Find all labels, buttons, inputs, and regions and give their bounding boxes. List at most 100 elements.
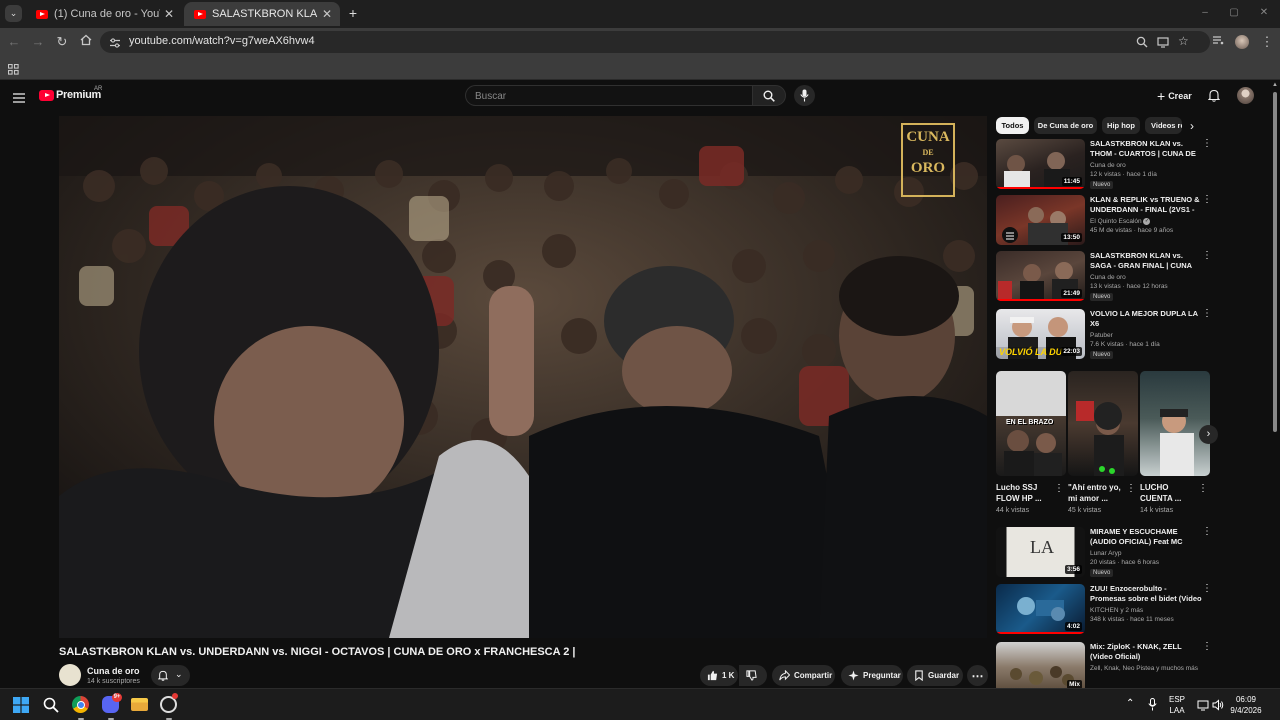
video-title: VOLVIO LA MEJOR DUPLA LA X6 [1090, 309, 1198, 328]
search-icon[interactable] [43, 697, 59, 718]
profile-avatar[interactable] [1235, 35, 1249, 49]
short-card[interactable]: EN EL BRAZO Lucho SSJ FLOW HP ... 44 k v… [996, 371, 1066, 514]
reload-icon[interactable]: ↻ [54, 34, 70, 50]
dislike-button[interactable] [739, 665, 767, 686]
video-duration: 13:50 [1061, 233, 1082, 242]
search-button[interactable] [752, 85, 786, 106]
video-thumbnail: VOLVIÓ LA DU 22:03 [996, 309, 1085, 359]
video-player[interactable]: CUNA DE ORO [59, 116, 987, 638]
new-badge: Nuevo [1090, 293, 1114, 301]
tab-cuna-de-oro[interactable]: (1) Cuna de oro - YouTube ✕ [26, 2, 182, 26]
notifications-bell-icon[interactable] [1207, 89, 1221, 107]
show-hidden-icons-icon[interactable]: ⌃ [1126, 698, 1134, 709]
hamburger-menu-icon[interactable] [13, 90, 25, 108]
shorts-next-button[interactable]: › [1199, 425, 1218, 444]
create-button[interactable]: + Crear [1152, 85, 1198, 106]
microphone-icon[interactable] [1148, 698, 1157, 716]
channel-name-text: El Quinto Escalón [1090, 218, 1142, 226]
scrollbar-thumb[interactable] [1273, 92, 1277, 432]
more-vertical-icon[interactable]: ⋮ [1202, 584, 1212, 594]
browser-menu-icon[interactable]: ⋮ [1259, 34, 1275, 50]
bookmarks-bar [0, 56, 1280, 80]
short-thumbnail: EN EL BRAZO [996, 371, 1066, 476]
recommended-video[interactable]: 21:49 SALASTKBRON KLAN vs. SAGA - GRAN F… [996, 251, 1220, 303]
share-button[interactable]: Compartir [772, 665, 835, 686]
channel-name[interactable]: Cuna de oro [87, 666, 140, 676]
back-icon[interactable]: ← [6, 34, 22, 50]
more-vertical-icon[interactable]: ⋮ [1202, 309, 1212, 319]
video-meta: 20 vistas · hace 6 horas [1090, 559, 1160, 566]
channel-name: Patuber [1090, 332, 1113, 339]
short-card[interactable]: "Ahí entro yo, mi amor ... 45 k vistas ⋮ [1068, 371, 1138, 514]
short-card[interactable]: LUCHO CUENTA ... 14 k vistas ⋮ [1140, 371, 1210, 514]
media-control-icon[interactable] [1210, 34, 1226, 50]
new-tab-button[interactable]: + [345, 5, 361, 21]
video-meta: 7.6 K vistas · hace 1 día [1090, 341, 1160, 348]
home-icon[interactable] [78, 34, 94, 50]
recommended-video[interactable]: 4:02 ZUU! Enzocerobulto - Promesas sobre… [996, 584, 1220, 636]
chrome-app-icon[interactable] [72, 696, 89, 713]
cast-icon[interactable] [1157, 35, 1169, 53]
recommended-video[interactable]: LA 3:56 MIRAME Y ESCUCHAME (AUDIO OFICIA… [996, 527, 1220, 579]
site-info-icon[interactable] [109, 36, 121, 54]
verified-check-icon: ✓ [1143, 218, 1151, 225]
more-vertical-icon[interactable]: ⋮ [1202, 527, 1212, 537]
chip-related-videos[interactable]: Videos re [1145, 117, 1182, 134]
short-title: LUCHO CUENTA ... [1140, 483, 1182, 503]
recommended-video[interactable]: Mix Mix: ZiploK - KNAK, ZELL (Video Ofic… [996, 642, 1220, 688]
channel-name: Cuna de oro [1090, 162, 1126, 169]
maximize-button[interactable]: ▢ [1226, 7, 1242, 18]
more-actions-button[interactable]: ⋯ [967, 665, 988, 686]
scroll-up-arrow-icon[interactable]: ▲ [1272, 82, 1278, 88]
volume-icon[interactable] [1212, 698, 1224, 716]
zoom-icon[interactable] [1136, 35, 1148, 53]
more-vertical-icon[interactable]: ⋮ [1202, 642, 1212, 652]
bookmark-star-icon[interactable]: ☆ [1178, 34, 1189, 48]
video-title: MIRAME Y ESCUCHAME (AUDIO OFICIAL) Feat … [1090, 527, 1183, 546]
page-scrollbar[interactable]: ▲ [1270, 80, 1280, 688]
more-vertical-icon[interactable]: ⋮ [1202, 251, 1212, 261]
more-vertical-icon[interactable]: ⋮ [1126, 483, 1136, 494]
os-taskbar: 9+ ⌃ ESP LAA 06:09 9/4/2026 [0, 688, 1280, 720]
windows-start-icon[interactable] [13, 697, 29, 718]
channel-name: Lunar Aryp [1090, 550, 1122, 557]
file-explorer-icon[interactable] [131, 698, 148, 711]
save-button[interactable]: Guardar [907, 665, 963, 686]
close-window-button[interactable]: ✕ [1256, 7, 1272, 18]
video-duration: 21:49 [1061, 289, 1082, 298]
more-vertical-icon[interactable]: ⋮ [1054, 483, 1064, 494]
subscription-bell-button[interactable]: ⌄ [151, 665, 190, 686]
short-thumbnail [1140, 371, 1210, 476]
chip-hip-hop[interactable]: Hip hop [1102, 117, 1140, 134]
minimize-button[interactable]: – [1197, 7, 1213, 18]
close-tab-icon[interactable]: ✕ [160, 7, 178, 21]
search-input[interactable] [466, 87, 736, 106]
tab-search-button[interactable]: ⌄ [5, 5, 22, 22]
account-avatar[interactable] [1237, 87, 1254, 104]
search-icon [763, 90, 775, 102]
chip-from-channel[interactable]: De Cuna de oro [1034, 117, 1097, 134]
input-language-indicator[interactable]: ESP LAA [1166, 694, 1188, 716]
recommended-video[interactable]: 13:50 KLAN & REPLIK vs TRUENO & UNDERDAN… [996, 195, 1220, 247]
voice-search-button[interactable] [794, 85, 815, 106]
apps-grid-icon[interactable] [7, 62, 19, 80]
tab-current-video[interactable]: SALASTKBRON KLAN vs. UNDE ✕ [184, 2, 340, 26]
more-vertical-icon[interactable]: ⋮ [1202, 139, 1212, 149]
close-tab-icon[interactable]: ✕ [318, 7, 336, 21]
network-icon[interactable] [1197, 698, 1209, 716]
more-vertical-icon[interactable]: ⋮ [1198, 483, 1208, 494]
like-button[interactable]: 1 K [700, 665, 738, 686]
ask-button[interactable]: Preguntar [841, 665, 903, 686]
channel-avatar[interactable] [59, 664, 81, 686]
address-bar[interactable]: youtube.com/watch?v=g7weAX6hvw4 ☆ [100, 31, 1210, 53]
thumbs-up-icon [707, 670, 718, 681]
clock[interactable]: 06:09 9/4/2026 [1226, 694, 1266, 716]
more-vertical-icon[interactable]: ⋮ [1202, 195, 1212, 205]
chip-all[interactable]: Todos [996, 117, 1029, 134]
recommended-video[interactable]: VOLVIÓ LA DU 22:03 VOLVIO LA MEJOR DUPLA… [996, 309, 1220, 361]
forward-icon[interactable]: → [30, 34, 46, 50]
video-meta: 13 k vistas · hace 12 horas [1090, 283, 1168, 290]
youtube-logo-icon[interactable] [39, 90, 54, 101]
recommended-video[interactable]: 11:45 SALASTKBRON KLAN vs. THOM - CUARTO… [996, 139, 1220, 191]
chips-next-chevron-icon[interactable]: › [1190, 119, 1194, 133]
